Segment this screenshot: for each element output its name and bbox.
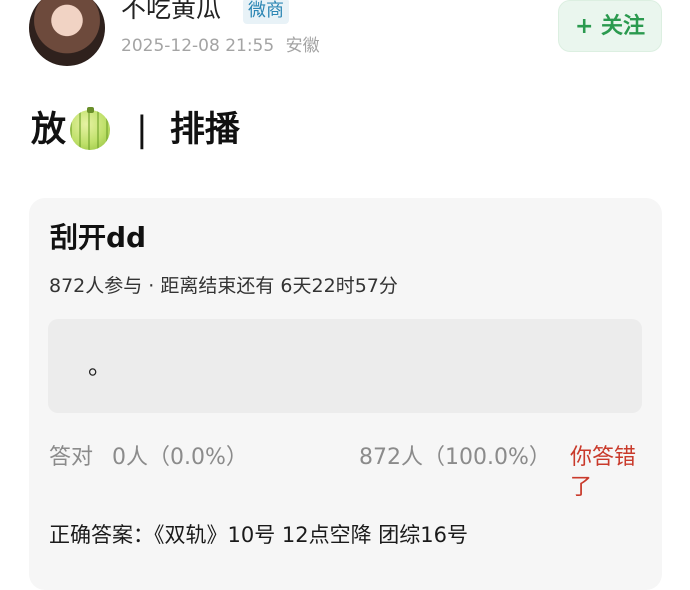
correct-answer: 正确答案：《双轨》10号 12点空降 团综16号 [49, 520, 468, 550]
follow-button[interactable]: + 关注 [558, 0, 662, 52]
meta-dot: · [142, 275, 161, 297]
melon-emoji-icon [70, 107, 111, 150]
vendor-badge: 微商 [243, 0, 289, 24]
correct-label: 答对 [49, 445, 94, 470]
post-location: 安徽 [285, 36, 320, 56]
vote-card: 刮开dd 872人参与 · 距离结束还有 6天22时57分 。 答对 0人（0.… [29, 198, 662, 590]
vote-meta: 872人参与 · 距离结束还有 6天22时57分 [49, 272, 398, 300]
post-text: 放 | 排播 [31, 104, 240, 156]
correct-stat: 答对 0人（0.0%） [49, 443, 248, 473]
post-text-after: 排播 [169, 110, 240, 150]
user-name[interactable]: 不吃黄瓜 [121, 0, 221, 24]
post-text-separator: | [136, 110, 148, 150]
correct-count: 0人（0.0%） [112, 445, 248, 470]
vote-option[interactable]: 。 [48, 319, 642, 413]
post-text-before: 放 [31, 110, 67, 150]
vote-countdown: 距离结束还有 6天22时57分 [160, 275, 398, 297]
vote-title: 刮开dd [50, 221, 147, 254]
avatar[interactable] [29, 0, 105, 66]
post-meta: 2025-12-08 21:55 安徽 [121, 34, 320, 58]
answer-label: 正确答案： [49, 523, 154, 547]
vote-option-text: 。 [88, 352, 112, 380]
result-wrong: 你答错了 [570, 445, 637, 500]
post-timestamp: 2025-12-08 21:55 [121, 36, 275, 56]
vote-participants: 872人参与 [49, 275, 143, 297]
other-stat: 872人（100.0%） [359, 445, 551, 470]
answer-value: 《双轨》10号 12点空降 团综16号 [154, 523, 469, 547]
